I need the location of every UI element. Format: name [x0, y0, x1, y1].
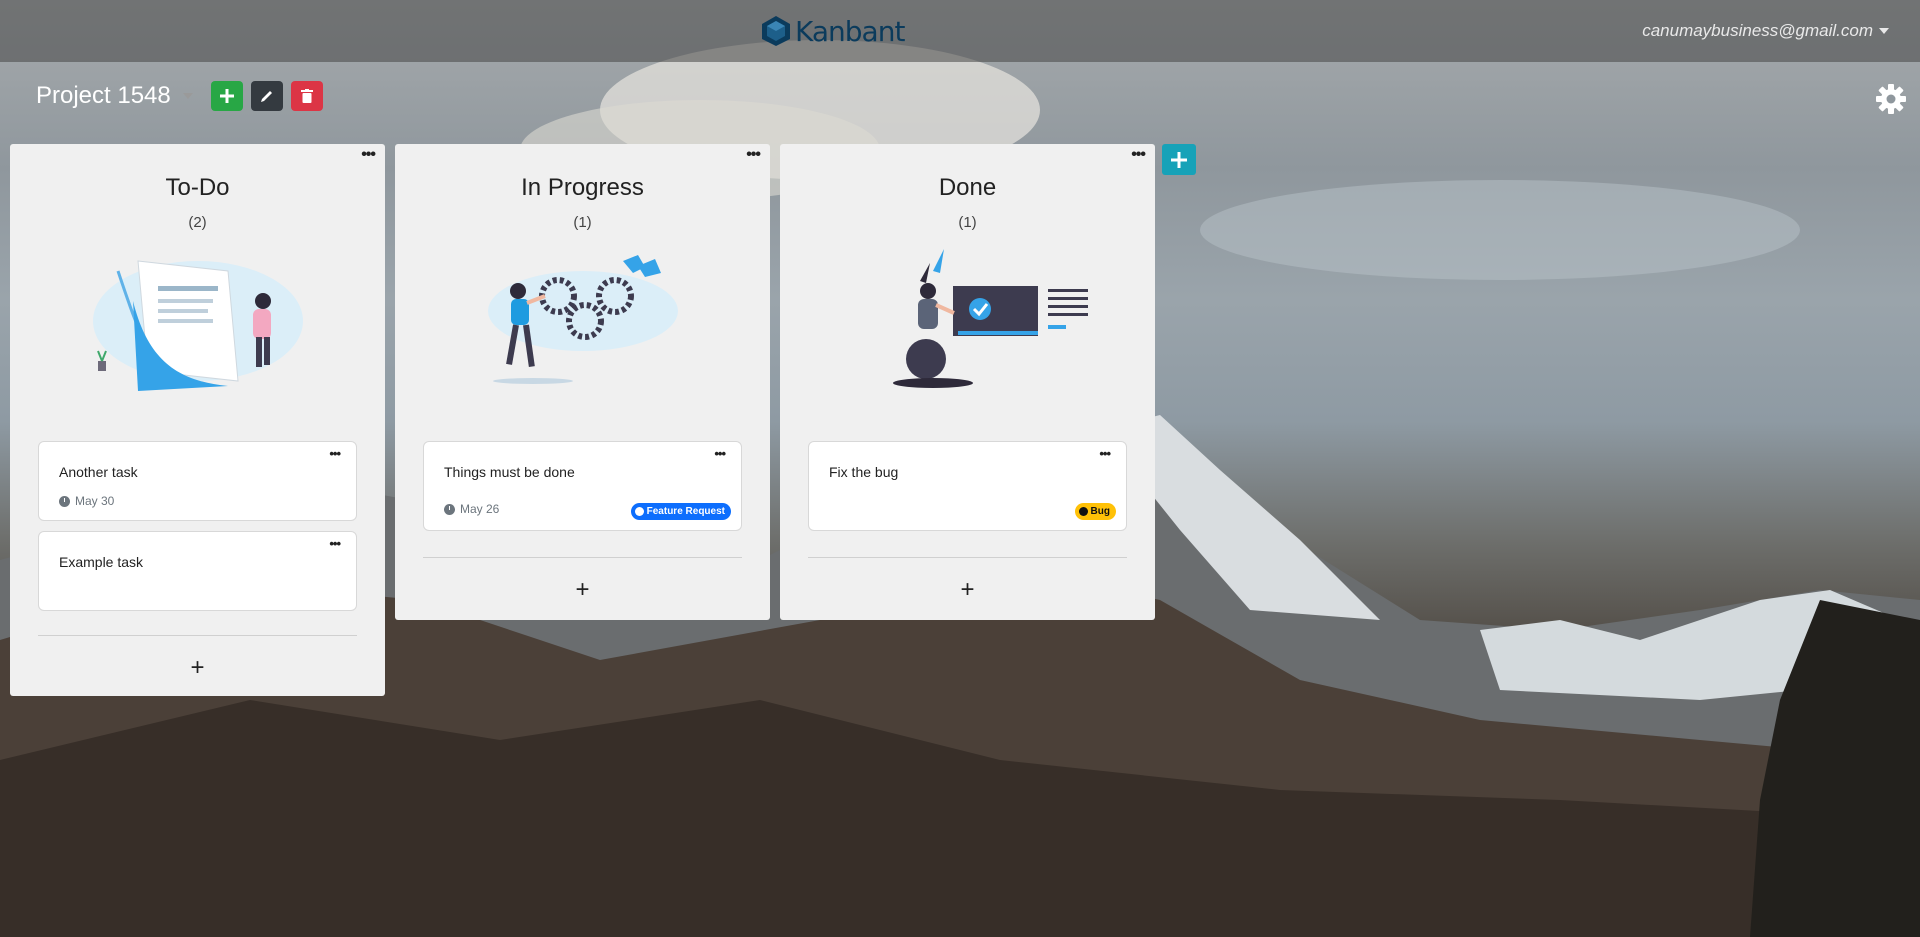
- pencil-icon: [260, 91, 272, 102]
- user-dropdown[interactable]: canumaybusiness@gmail.com: [1642, 21, 1889, 41]
- gear-icon: [1876, 84, 1906, 114]
- column-count: (2): [188, 214, 207, 231]
- add-task-button[interactable]: +: [10, 636, 385, 706]
- tag-dot-icon: [1078, 507, 1088, 516]
- card-title: Another task: [59, 464, 138, 480]
- column-done: ••• Done (1) ••• Fix the bug Bug +: [780, 144, 1155, 620]
- clock-icon: [59, 495, 70, 507]
- column-menu-button[interactable]: •••: [746, 147, 761, 163]
- column-title: In Progress: [521, 174, 644, 201]
- card-title: Things must be done: [444, 464, 575, 480]
- brand-logo[interactable]: Kanbant: [761, 14, 905, 48]
- project-dropdown-icon[interactable]: [182, 93, 193, 99]
- add-column-button[interactable]: [1162, 144, 1196, 175]
- task-card[interactable]: ••• Example task: [38, 531, 357, 611]
- column-title: Done: [938, 174, 997, 201]
- column-title: To-Do: [165, 174, 230, 201]
- chevron-down-icon: [1879, 28, 1889, 34]
- top-navbar: Kanbant canumaybusiness@gmail.com: [0, 0, 1920, 62]
- card-date-text: May 30: [75, 494, 115, 508]
- add-task-button[interactable]: +: [780, 558, 1155, 628]
- column-in-progress: ••• In Progress (1) ••• Things must be d…: [395, 144, 770, 620]
- add-task-button[interactable]: +: [395, 558, 770, 628]
- tag-label: Feature Request: [646, 506, 725, 517]
- card-due-date: May 30: [59, 494, 356, 508]
- edit-project-button[interactable]: [250, 81, 283, 111]
- project-title[interactable]: Project 1548: [36, 82, 171, 110]
- clock-icon: [444, 503, 455, 515]
- column-menu-button[interactable]: •••: [361, 147, 376, 163]
- done-illustration: [892, 249, 1088, 388]
- tag-label: Bug: [1090, 506, 1110, 517]
- column-todo: ••• To-Do (2) ••• Another task May 30 ••…: [10, 144, 385, 696]
- plus-icon: [219, 89, 234, 103]
- brand-name: Kanbant: [795, 14, 905, 48]
- task-card[interactable]: ••• Fix the bug Bug: [808, 441, 1127, 531]
- bug-tag: Bug: [1074, 503, 1116, 520]
- cube-logo-icon: [762, 16, 790, 46]
- todo-illustration: [92, 260, 303, 391]
- feature-request-tag: Feature Request: [630, 503, 731, 520]
- add-project-button[interactable]: [210, 81, 243, 111]
- card-title: Fix the bug: [829, 464, 899, 480]
- card-title: Example task: [59, 554, 144, 570]
- card-menu-button[interactable]: •••: [329, 447, 341, 460]
- tag-dot-icon: [634, 507, 644, 516]
- plus-icon: [1171, 151, 1187, 168]
- in-progress-illustration: [487, 255, 678, 384]
- card-menu-button[interactable]: •••: [714, 447, 726, 460]
- project-toolbar: Project 1548: [36, 80, 331, 112]
- user-email: canumaybusiness@gmail.com: [1642, 21, 1873, 40]
- trash-icon: [300, 89, 313, 103]
- task-card[interactable]: ••• Things must be done May 26 Feature R…: [423, 441, 742, 531]
- settings-button[interactable]: [1876, 84, 1906, 114]
- delete-project-button[interactable]: [290, 81, 323, 111]
- card-menu-button[interactable]: •••: [329, 537, 341, 550]
- task-card[interactable]: ••• Another task May 30: [38, 441, 357, 521]
- column-menu-button[interactable]: •••: [1131, 147, 1146, 163]
- card-date-text: May 26: [460, 502, 500, 516]
- column-count: (1): [573, 214, 592, 231]
- card-menu-button[interactable]: •••: [1099, 447, 1111, 460]
- column-count: (1): [958, 214, 977, 231]
